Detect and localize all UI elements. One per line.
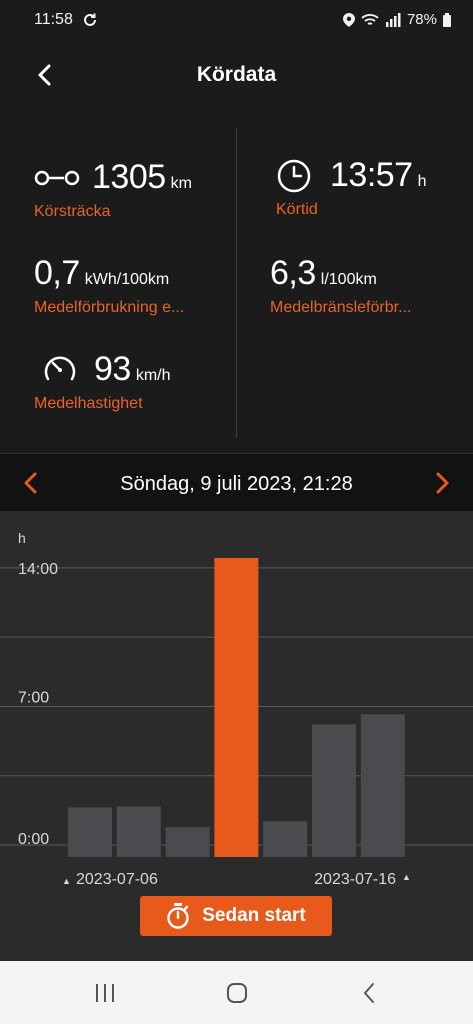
distance-value: 1305 bbox=[92, 158, 166, 196]
x-end-label: 2023-07-16 bbox=[314, 871, 396, 888]
y-tick-label: 7:00 bbox=[18, 689, 49, 706]
wifi-icon bbox=[361, 13, 379, 25]
chart-bar bbox=[360, 714, 405, 857]
battery-icon bbox=[443, 12, 451, 27]
avg-speed-label: Medelhastighet bbox=[34, 395, 143, 412]
drive-time-chart: h 14:00 7:00 0:00 ▲ 2023-07-06 2023-07-16 ▲ bbox=[0, 511, 473, 961]
stopwatch-icon bbox=[167, 903, 189, 929]
recent-apps-icon[interactable] bbox=[93, 981, 117, 1005]
distance-unit: km bbox=[170, 175, 192, 192]
since-start-label: Sedan start bbox=[202, 905, 306, 926]
y-tick-label: 0:00 bbox=[18, 831, 49, 848]
avg-speed-unit: km/h bbox=[135, 367, 171, 384]
stat-distance: 1305 km Körsträcka bbox=[34, 158, 192, 221]
x-start-label: 2023-07-06 bbox=[76, 871, 158, 888]
avg-speed-value: 93 bbox=[94, 350, 131, 388]
page-title: Kördata bbox=[196, 63, 277, 86]
stat-consumption-fuel: 6,3 l/100km Medelbränsleförbr... bbox=[270, 254, 411, 317]
distance-icon bbox=[34, 170, 80, 185]
chart-bar bbox=[263, 821, 308, 857]
sync-icon bbox=[84, 13, 96, 26]
consumption-fuel-value: 6,3 bbox=[270, 254, 316, 292]
drive-time-unit: h bbox=[417, 173, 427, 190]
location-icon bbox=[342, 12, 355, 27]
chart-bar bbox=[116, 806, 161, 857]
chart-bar bbox=[68, 807, 112, 857]
consumption-fuel-label: Medelbränsleförbr... bbox=[270, 299, 412, 316]
consumption-electric-label: Medelförbrukning e... bbox=[34, 299, 185, 316]
status-time: 11:58 bbox=[34, 11, 73, 28]
speedometer-icon bbox=[44, 356, 76, 380]
y-axis-unit-label: h bbox=[18, 530, 26, 546]
system-navigation-bar bbox=[0, 961, 473, 1024]
stat-consumption-electric: 0,7 kWh/100km Medelförbrukning e... bbox=[34, 254, 184, 317]
chart-bar bbox=[165, 827, 210, 857]
signal-icon bbox=[385, 12, 401, 27]
app-header: Kördata bbox=[0, 40, 473, 112]
consumption-electric-value: 0,7 bbox=[34, 254, 80, 292]
distance-label: Körsträcka bbox=[34, 203, 111, 220]
stat-drive-time: 13:57 h Körtid bbox=[276, 156, 427, 219]
since-start-button[interactable]: Sedan start bbox=[140, 896, 332, 936]
y-tick-label: 14:00 bbox=[18, 561, 58, 578]
end-date-marker-icon: ▲ bbox=[402, 872, 411, 882]
status-bar: 11:58 78% bbox=[0, 0, 473, 40]
stat-avg-speed: 93 km/h Medelhastighet bbox=[34, 350, 171, 413]
trip-stats-panel: 1305 km Körsträcka 13:57 h Körtid 0,7 kW… bbox=[0, 112, 473, 452]
chart-bar bbox=[312, 724, 356, 857]
date-navigator: Söndag, 9 juli 2023, 21:28 bbox=[0, 453, 473, 511]
current-date: Söndag, 9 juli 2023, 21:28 bbox=[120, 473, 353, 495]
consumption-fuel-unit: l/100km bbox=[320, 271, 377, 288]
start-date-marker-icon: ▲ bbox=[62, 876, 71, 886]
system-back-icon[interactable] bbox=[358, 981, 382, 1005]
home-icon[interactable] bbox=[225, 981, 249, 1005]
drive-time-label: Körtid bbox=[276, 201, 318, 218]
chart-bar bbox=[214, 558, 259, 857]
drive-time-value: 13:57 bbox=[330, 156, 413, 194]
battery-percent: 78% bbox=[406, 11, 437, 28]
next-date-arrow-icon[interactable] bbox=[429, 470, 455, 496]
clock-icon bbox=[277, 159, 311, 192]
consumption-electric-unit: kWh/100km bbox=[84, 271, 170, 288]
stats-divider bbox=[236, 128, 237, 438]
bar-chart: h 14:00 7:00 0:00 ▲ 2023-07-06 2023-07-16 ▲ bbox=[0, 530, 473, 888]
